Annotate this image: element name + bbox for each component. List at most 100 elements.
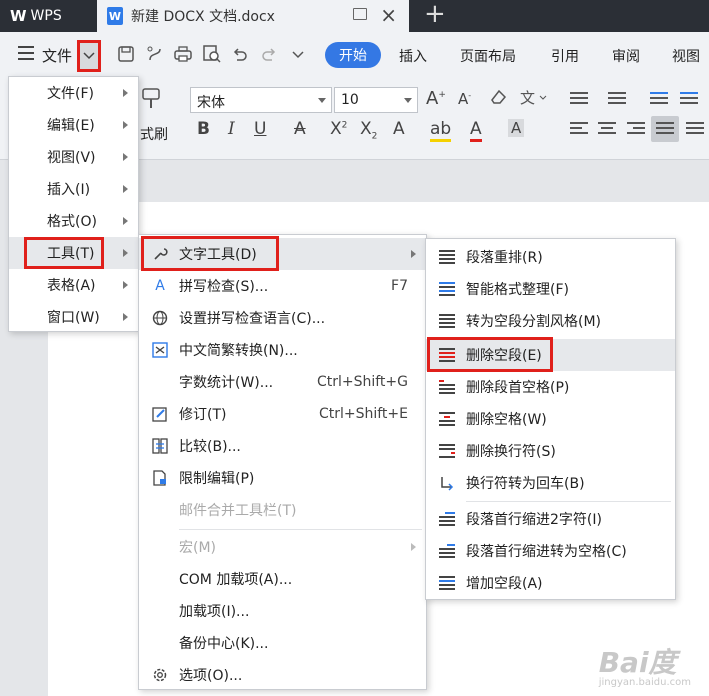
tab-view[interactable]: 视图 bbox=[672, 46, 700, 66]
menu-item-smart-format[interactable]: 智能格式整理(F) bbox=[426, 273, 675, 305]
character-shading-icon[interactable]: A bbox=[508, 119, 525, 137]
menu-item-add-empty-paragraph[interactable]: 增加空段(A) bbox=[426, 567, 675, 599]
decrease-font-size-icon[interactable]: A- bbox=[458, 90, 471, 108]
track-changes-icon bbox=[151, 405, 169, 423]
strikethrough-icon[interactable]: A bbox=[294, 119, 306, 139]
tab-page-layout[interactable]: 页面布局 bbox=[460, 46, 516, 66]
decrease-indent-icon[interactable] bbox=[650, 92, 668, 108]
menu-item-view[interactable]: 视图(V) bbox=[9, 141, 138, 173]
customize-quick-access-icon[interactable] bbox=[288, 44, 308, 64]
hamburger-menu-icon[interactable] bbox=[18, 46, 34, 60]
menu-item-shortcut: Ctrl+Shift+E bbox=[318, 406, 408, 422]
menu-item-restrict-editing[interactable]: 限制编辑(P) bbox=[139, 462, 426, 494]
menu-item-indent-to-spaces[interactable]: 段落首行缩进转为空格(C) bbox=[426, 535, 675, 567]
menu-item-spell-check[interactable]: A 拼写检查(S)... F7 bbox=[139, 270, 426, 302]
menu-item-com-addins[interactable]: COM 加载项(A)... bbox=[139, 563, 426, 595]
underline-icon[interactable]: U bbox=[254, 119, 266, 139]
conversion-icon bbox=[151, 341, 169, 359]
menu-item-label: 宏(M) bbox=[179, 540, 217, 556]
tab-references[interactable]: 引用 bbox=[551, 46, 579, 66]
tab-insert[interactable]: 插入 bbox=[399, 46, 427, 66]
menu-item-word-count[interactable]: 字数统计(W)... Ctrl+Shift+G bbox=[139, 366, 426, 398]
title-tab-bar: W WPS W 新建 DOCX 文档.docx × + bbox=[0, 0, 709, 32]
format-painter-label[interactable]: 式刷 bbox=[140, 124, 168, 144]
svg-text:文: 文 bbox=[520, 89, 535, 106]
menu-item-insert[interactable]: 插入(I) bbox=[9, 173, 138, 205]
menu-item-tools[interactable]: 工具(T) bbox=[9, 237, 138, 269]
export-pdf-icon[interactable] bbox=[145, 44, 165, 64]
menu-item-text-tools[interactable]: 文字工具(D) bbox=[139, 238, 426, 270]
justify-button[interactable] bbox=[651, 116, 679, 142]
menu-item-format[interactable]: 格式(O) bbox=[9, 205, 138, 237]
file-menu-dropdown-button[interactable] bbox=[77, 40, 101, 72]
close-tab-icon[interactable]: × bbox=[380, 3, 397, 27]
menu-item-delete-leading-spaces[interactable]: 删除段首空格(P) bbox=[426, 371, 675, 403]
bold-icon[interactable]: B bbox=[197, 119, 210, 139]
save-icon[interactable] bbox=[116, 44, 136, 64]
menu-item-paragraph-rearrange[interactable]: 段落重排(R) bbox=[426, 241, 675, 273]
menu-item-mail-merge-toolbar[interactable]: 邮件合并工具栏(T) bbox=[139, 494, 426, 526]
menu-item-addins[interactable]: 加载项(I)... bbox=[139, 595, 426, 627]
menu-item-label: 增加空段(A) bbox=[466, 576, 543, 592]
subscript-icon[interactable]: X2 bbox=[360, 119, 377, 141]
tab-home[interactable]: 开始 bbox=[325, 42, 381, 68]
undo-icon[interactable] bbox=[230, 44, 250, 64]
menu-item-label: 删除空段(E) bbox=[466, 348, 542, 364]
highlight-icon[interactable]: ab bbox=[430, 119, 452, 142]
delete-empty-paragraph-icon bbox=[438, 346, 456, 364]
format-painter-icon[interactable] bbox=[139, 88, 163, 114]
menu-separator bbox=[466, 501, 671, 502]
align-right-icon[interactable] bbox=[627, 122, 645, 138]
text-effect-icon[interactable]: A bbox=[393, 119, 405, 139]
increase-indent-icon[interactable] bbox=[680, 92, 698, 108]
new-tab-button[interactable]: + bbox=[424, 0, 446, 28]
menu-item-label: 修订(T) bbox=[179, 407, 227, 423]
redo-icon[interactable] bbox=[259, 44, 279, 64]
print-icon[interactable] bbox=[173, 44, 193, 64]
document-tab[interactable]: W 新建 DOCX 文档.docx × bbox=[97, 0, 409, 32]
clear-formatting-icon[interactable] bbox=[488, 88, 508, 111]
distributed-align-icon[interactable] bbox=[686, 122, 704, 138]
menu-item-empty-paragraph-style[interactable]: 转为空段分割风格(M) bbox=[426, 305, 675, 337]
window-mode-icon[interactable] bbox=[353, 8, 367, 20]
menu-item-track-changes[interactable]: 修订(T) Ctrl+Shift+E bbox=[139, 398, 426, 430]
menu-item-chinese-conversion[interactable]: 中文简繁转换(N)... bbox=[139, 334, 426, 366]
chevron-down-icon bbox=[404, 98, 412, 103]
menu-item-delete-spaces[interactable]: 删除空格(W) bbox=[426, 403, 675, 435]
bullet-list-icon[interactable] bbox=[570, 92, 588, 108]
chevron-right-icon bbox=[411, 543, 416, 551]
menu-item-first-line-indent[interactable]: 段落首行缩进2字符(I) bbox=[426, 503, 675, 535]
menu-item-label: 备份中心(K)... bbox=[179, 636, 269, 652]
tools-submenu: 文字工具(D) A 拼写检查(S)... F7 设置拼写检查语言(C)... 中… bbox=[138, 234, 427, 690]
font-size-select[interactable]: 10 bbox=[334, 87, 418, 113]
menu-item-window[interactable]: 窗口(W) bbox=[9, 301, 138, 333]
menu-item-macro[interactable]: 宏(M) bbox=[139, 531, 426, 563]
phonetic-guide-icon[interactable]: 文 bbox=[520, 88, 548, 111]
menu-item-compare[interactable]: 比较(B)... bbox=[139, 430, 426, 462]
numbered-list-icon[interactable] bbox=[608, 92, 626, 108]
menu-item-spell-language[interactable]: 设置拼写检查语言(C)... bbox=[139, 302, 426, 334]
menu-item-delete-line-breaks[interactable]: 删除换行符(S) bbox=[426, 435, 675, 467]
align-left-icon[interactable] bbox=[570, 122, 588, 138]
menu-item-options[interactable]: 选项(O)... bbox=[139, 659, 426, 691]
file-menu-label[interactable]: 文件 bbox=[42, 45, 72, 66]
increase-font-size-icon[interactable]: A+ bbox=[426, 88, 446, 109]
superscript-icon[interactable]: X2 bbox=[330, 119, 347, 139]
menu-item-edit[interactable]: 编辑(E) bbox=[9, 109, 138, 141]
menu-item-file[interactable]: 文件(F) bbox=[9, 77, 138, 109]
menu-item-backup-center[interactable]: 备份中心(K)... bbox=[139, 627, 426, 659]
spell-check-icon: A bbox=[155, 278, 165, 294]
menu-item-line-break-to-return[interactable]: 换行符转为回车(B) bbox=[426, 467, 675, 499]
tab-review[interactable]: 审阅 bbox=[612, 46, 640, 66]
menu-item-delete-empty-paragraphs[interactable]: 删除空段(E) bbox=[426, 339, 675, 371]
print-preview-icon[interactable] bbox=[202, 44, 222, 64]
font-color-icon[interactable]: A bbox=[470, 119, 482, 142]
wps-home-tab[interactable]: W WPS bbox=[0, 0, 96, 32]
font-name-select[interactable]: 宋体 bbox=[190, 87, 332, 113]
italic-icon[interactable]: I bbox=[228, 119, 235, 139]
text-tools-submenu: 段落重排(R) 智能格式整理(F) 转为空段分割风格(M) 删除空段(E) 删除… bbox=[425, 238, 676, 600]
align-center-icon[interactable] bbox=[598, 122, 616, 138]
chevron-right-icon bbox=[123, 313, 128, 321]
menu-item-label: 比较(B)... bbox=[179, 439, 241, 455]
menu-item-table[interactable]: 表格(A) bbox=[9, 269, 138, 301]
